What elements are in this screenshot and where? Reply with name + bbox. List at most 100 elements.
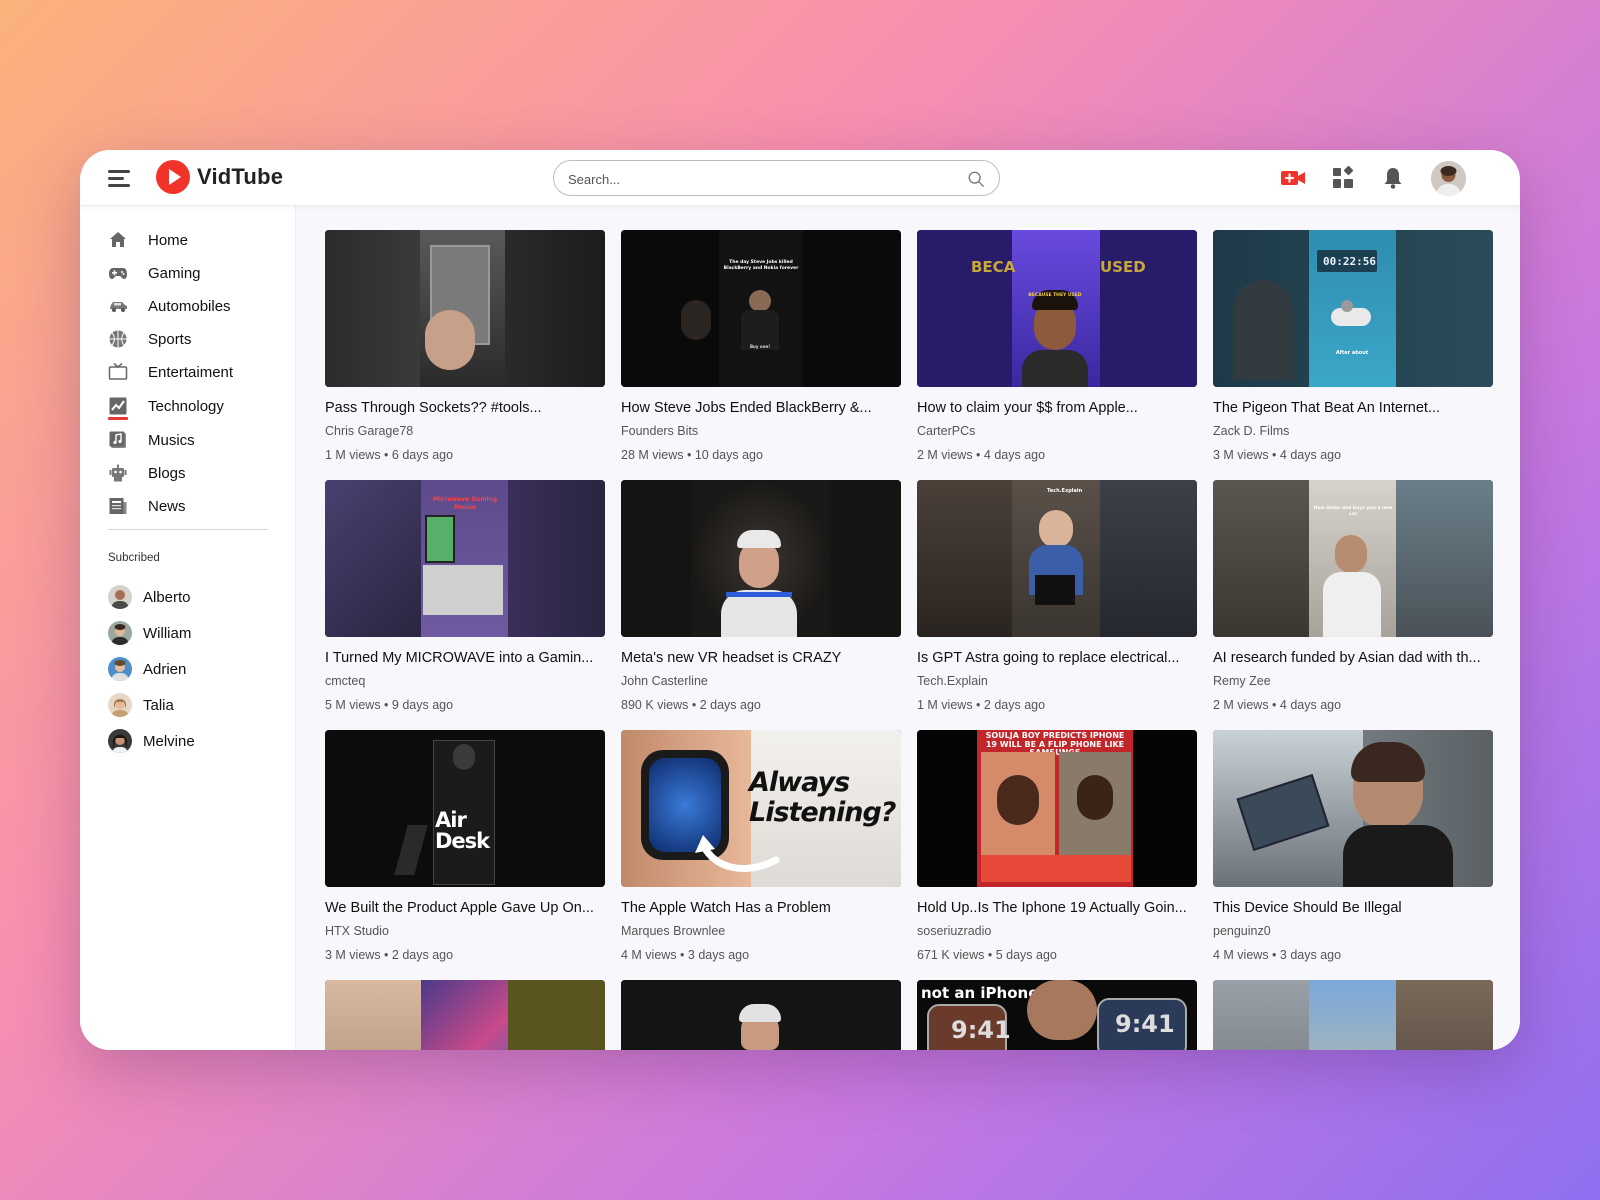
search-input[interactable] <box>568 169 948 189</box>
avatar <box>108 585 132 609</box>
sidebar: Home Gaming Automobiles Sports Entertaim… <box>80 206 296 1050</box>
video-card[interactable]: This Device Should Be Illegal penguinz0 … <box>1213 730 1493 964</box>
video-card[interactable]: Meta's new VR headset is CRAZY John Cast… <box>621 480 901 714</box>
channel-name[interactable]: Remy Zee <box>1213 674 1493 690</box>
sidebar-item-gaming[interactable]: Gaming <box>108 259 278 287</box>
video-thumbnail[interactable]: BECA USED BECAUSE THEY USED <box>917 230 1197 387</box>
video-card[interactable]: Air Desk We Built the Product Apple Gave… <box>325 730 605 964</box>
app-window: VidTube Home <box>80 150 1520 1050</box>
avatar <box>108 657 132 681</box>
thumbnail-caption: Tech.Explain <box>1047 488 1083 494</box>
video-title[interactable]: AI research funded by Asian dad with th.… <box>1213 649 1493 667</box>
sidebar-item-automobiles[interactable]: Automobiles <box>108 292 278 320</box>
search-icon[interactable] <box>967 170 985 188</box>
video-title[interactable]: The Pigeon That Beat An Internet... <box>1213 399 1493 417</box>
video-thumbnail[interactable] <box>621 980 901 1050</box>
video-title[interactable]: Meta's new VR headset is CRAZY <box>621 649 901 667</box>
video-thumbnail[interactable] <box>1213 980 1493 1050</box>
thumbnail-caption: BECAUSE THEY USED <box>1028 293 1082 298</box>
video-thumbnail[interactable] <box>325 230 605 387</box>
channel-name[interactable]: John Casterline <box>621 674 901 690</box>
avatar[interactable] <box>1431 161 1466 196</box>
channel-name[interactable]: Chris Garage78 <box>325 424 605 440</box>
video-title[interactable]: Hold Up..Is The Iphone 19 Actually Goin.… <box>917 899 1197 917</box>
video-thumbnail[interactable]: How Asian dad buys you a new car <box>1213 480 1493 637</box>
video-card[interactable]: The day Steve Jobs killed BlackBerry and… <box>621 230 901 464</box>
video-card[interactable]: Pass Through Sockets?? #tools... Chris G… <box>325 230 605 464</box>
video-card[interactable]: 00:22:56 After about The Pigeon That Bea… <box>1213 230 1493 464</box>
video-thumbnail[interactable]: 00:22:56 After about <box>1213 230 1493 387</box>
video-thumbnail[interactable]: The day Steve Jobs killed BlackBerry and… <box>621 230 901 387</box>
video-thumbnail[interactable]: Air Desk <box>325 730 605 887</box>
video-card[interactable]: Microwave Gaming Mouse I Turned My MICRO… <box>325 480 605 714</box>
video-title[interactable]: We Built the Product Apple Gave Up On... <box>325 899 605 917</box>
logo[interactable]: VidTube <box>156 160 283 194</box>
sidebar-item-label: News <box>148 497 186 515</box>
video-card[interactable] <box>325 980 605 1050</box>
video-thumbnail[interactable]: Microwave Gaming Mouse <box>325 480 605 637</box>
video-title[interactable]: How Steve Jobs Ended BlackBerry &... <box>621 399 901 417</box>
video-card[interactable]: not an iPhone 9:41 9:41 <box>917 980 1197 1050</box>
thumbnail-text: Air Desk <box>435 808 490 853</box>
apps-icon[interactable] <box>1330 166 1356 190</box>
video-card[interactable] <box>1213 980 1493 1050</box>
channel-name[interactable]: soseriuzradio <box>917 924 1197 940</box>
video-meta: 1 M views • 6 days ago <box>325 448 454 462</box>
video-title[interactable]: How to claim your $$ from Apple... <box>917 399 1197 417</box>
video-card[interactable]: Always Listening? The Apple Watch Has a … <box>621 730 901 964</box>
video-thumbnail[interactable] <box>1213 730 1493 887</box>
sidebar-item-technology[interactable]: Technology <box>108 392 278 420</box>
video-card[interactable]: Tech.Explain Is GPT Astra going to repla… <box>917 480 1197 714</box>
channel-name[interactable]: penguinz0 <box>1213 924 1493 940</box>
video-thumbnail[interactable] <box>325 980 605 1050</box>
subscription-name: Melvine <box>143 732 195 750</box>
car-icon <box>110 302 127 312</box>
sidebar-item-sports[interactable]: Sports <box>108 325 278 353</box>
sidebar-item-label: Entertaiment <box>148 363 234 381</box>
bell-icon[interactable] <box>1380 166 1406 190</box>
home-icon <box>110 232 126 247</box>
sidebar-item-home[interactable]: Home <box>108 226 278 254</box>
video-title[interactable]: I Turned My MICROWAVE into a Gamin... <box>325 649 605 667</box>
channel-name[interactable]: CarterPCs <box>917 424 1197 440</box>
video-title[interactable]: Is GPT Astra going to replace electrical… <box>917 649 1197 667</box>
sidebar-item-musics[interactable]: Musics <box>108 426 278 454</box>
thumbnail-subtitle: Buy one! <box>749 344 771 349</box>
channel-name[interactable]: Tech.Explain <box>917 674 1197 690</box>
channel-name[interactable]: Marques Brownlee <box>621 924 901 940</box>
video-thumbnail[interactable]: SOULJA BOY PREDICTS IPHONE 19 WILL BE A … <box>917 730 1197 887</box>
sidebar-item-label: Automobiles <box>148 297 231 315</box>
chart-icon <box>109 397 127 415</box>
channel-name[interactable]: Zack D. Films <box>1213 424 1493 440</box>
thumbnail-time-right: 9:41 <box>1115 1010 1175 1038</box>
video-meta: 3 M views • 4 days ago <box>1213 448 1342 462</box>
video-card[interactable]: BECA USED BECAUSE THEY USED How to claim… <box>917 230 1197 464</box>
channel-name[interactable]: Founders Bits <box>621 424 901 440</box>
sidebar-item-blogs[interactable]: Blogs <box>108 459 278 487</box>
video-card[interactable] <box>621 980 901 1050</box>
channel-name[interactable]: cmcteq <box>325 674 605 690</box>
create-video-icon[interactable] <box>1280 166 1306 190</box>
channel-name[interactable]: HTX Studio <box>325 924 605 940</box>
video-title[interactable]: The Apple Watch Has a Problem <box>621 899 901 917</box>
video-thumbnail[interactable]: Tech.Explain <box>917 480 1197 637</box>
subscription-talia[interactable]: Talia <box>108 692 278 718</box>
thumbnail-time-left: 9:41 <box>951 1016 1011 1044</box>
subscription-melvine[interactable]: Melvine <box>108 728 278 754</box>
sidebar-item-entertaiment[interactable]: Entertaiment <box>108 358 278 386</box>
video-card[interactable]: How Asian dad buys you a new car AI rese… <box>1213 480 1493 714</box>
subscription-alberto[interactable]: Alberto <box>108 584 278 610</box>
subscription-adrien[interactable]: Adrien <box>108 656 278 682</box>
video-title[interactable]: This Device Should Be Illegal <box>1213 899 1493 917</box>
menu-icon[interactable] <box>108 168 132 188</box>
video-title[interactable]: Pass Through Sockets?? #tools... <box>325 399 605 417</box>
subscription-william[interactable]: William <box>108 620 278 646</box>
video-thumbnail[interactable]: not an iPhone 9:41 9:41 <box>917 980 1197 1050</box>
thumbnail-caption: Microwave Gaming Mouse <box>432 496 498 511</box>
thumbnail-caption: not an iPhone <box>921 984 1039 1002</box>
video-thumbnail[interactable]: Always Listening? <box>621 730 901 887</box>
video-meta: 4 M views • 3 days ago <box>621 948 750 962</box>
video-thumbnail[interactable] <box>621 480 901 637</box>
sidebar-item-news[interactable]: News <box>108 492 278 520</box>
video-card[interactable]: SOULJA BOY PREDICTS IPHONE 19 WILL BE A … <box>917 730 1197 964</box>
